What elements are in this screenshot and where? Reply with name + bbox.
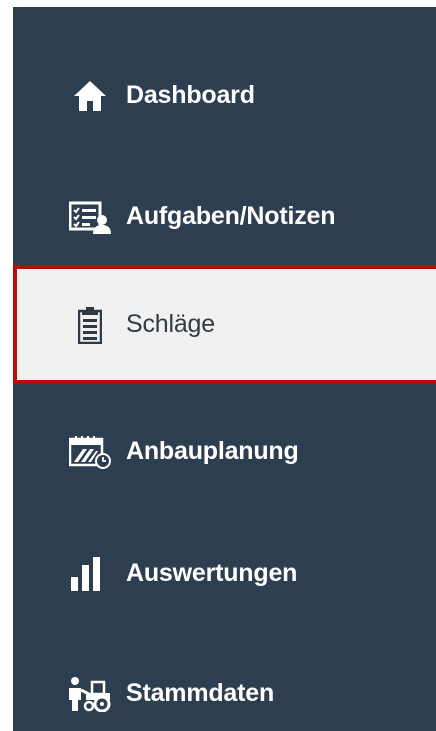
sidebar-item-label: Schläge	[126, 310, 215, 338]
sidebar-item-anbauplanung[interactable]: Anbauplanung	[13, 392, 436, 511]
sidebar-item-dashboard[interactable]: Dashboard	[13, 36, 436, 155]
bar-chart-icon	[65, 554, 115, 594]
home-icon	[65, 76, 115, 116]
clipboard-icon	[65, 305, 115, 345]
tasks-notes-icon	[65, 197, 115, 237]
sidebar-item-label: Auswertungen	[126, 559, 298, 587]
sidebar-item-label: Aufgaben/Notizen	[126, 202, 336, 230]
sidebar-item-label: Dashboard	[126, 81, 255, 109]
calendar-field-icon	[65, 432, 115, 472]
sidebar-item-aufgaben-notizen[interactable]: Aufgaben/Notizen	[13, 157, 436, 276]
sidebar-item-schlaege[interactable]: Schläge	[13, 265, 436, 384]
sidebar-item-label: Stammdaten	[126, 679, 275, 707]
sidebar-item-stammdaten[interactable]: Stammdaten	[13, 634, 436, 731]
sidebar-item-auswertungen[interactable]: Auswertungen	[13, 514, 436, 633]
sidebar-nav: Dashboard Aufgaben/Notizen Schläge Anbau…	[13, 7, 436, 731]
sidebar-item-label: Anbauplanung	[126, 437, 299, 465]
farmer-tractor-icon	[65, 674, 115, 714]
